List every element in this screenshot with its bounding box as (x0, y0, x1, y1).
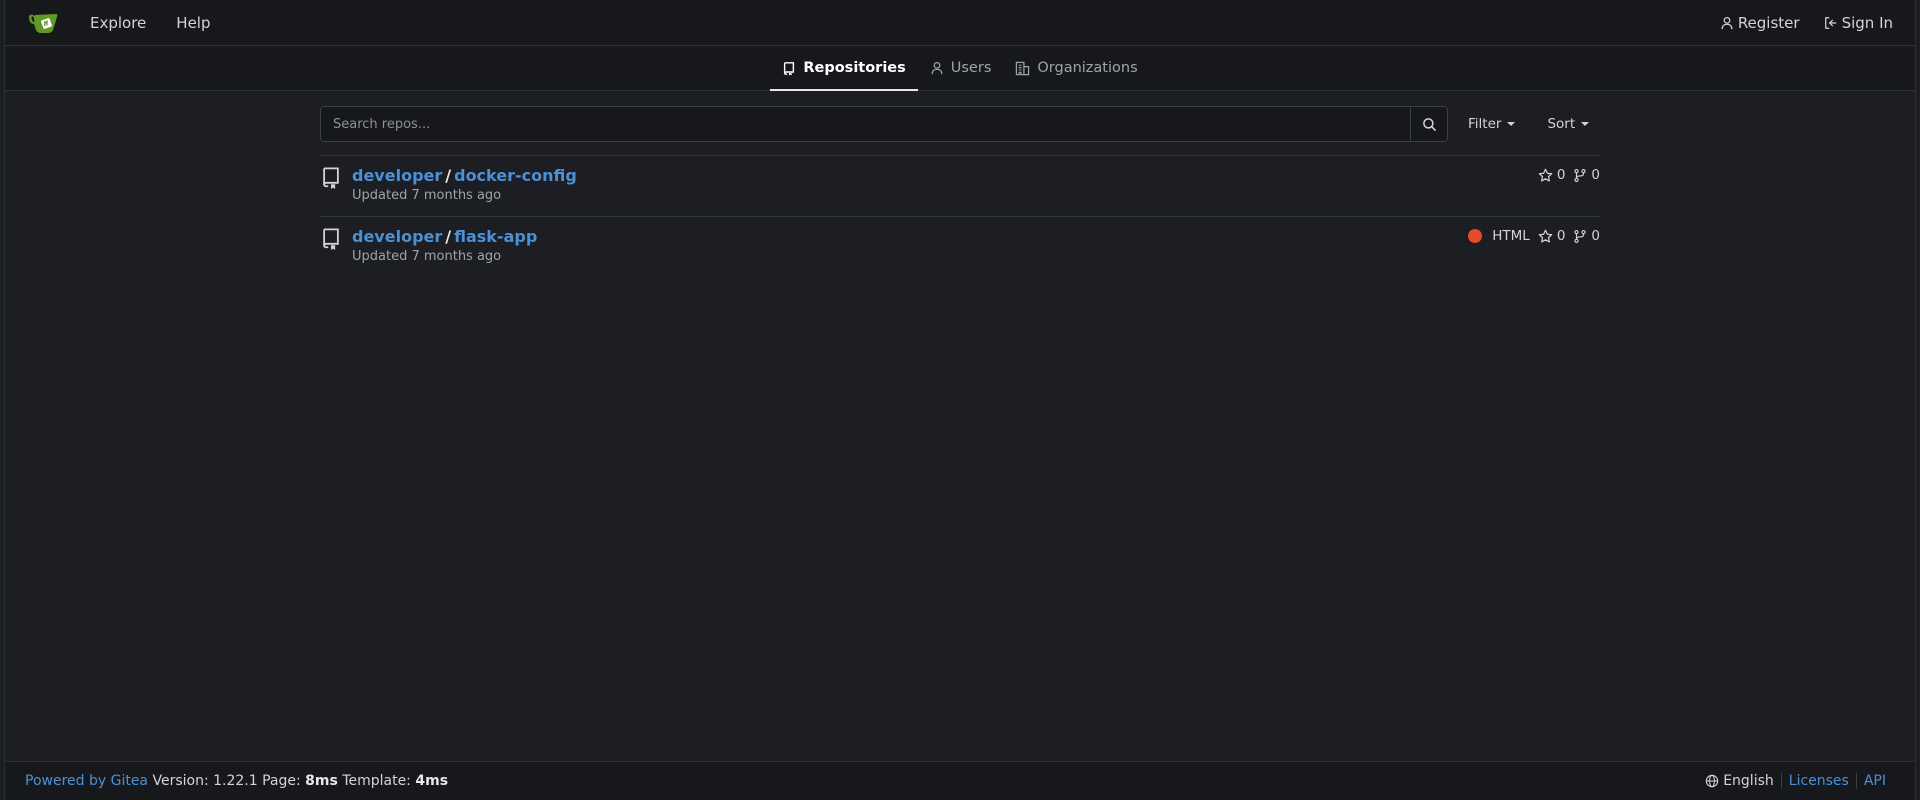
fork-count: 0 (1591, 228, 1600, 244)
tab-users-label: Users (950, 60, 992, 76)
repo-explore-content: Filter Sort developer/docker-config Upda… (320, 106, 1600, 278)
nav-right-group: Register Sign In (1696, 14, 1893, 32)
frame-border-left (4, 0, 5, 800)
repo-updated: Updated 7 months ago (352, 188, 502, 203)
sign-in-icon (1824, 16, 1838, 30)
repo-icon (320, 166, 342, 190)
repo-icon (320, 227, 342, 251)
sign-in-link[interactable]: Sign In (1824, 14, 1893, 32)
fork-icon (1573, 168, 1587, 183)
fork-count-link[interactable]: 0 (1573, 167, 1600, 183)
register-label: Register (1737, 13, 1800, 32)
organization-icon (1015, 61, 1030, 76)
api-item: API (1855, 773, 1893, 789)
page-time-label: Page: (262, 773, 301, 789)
filter-dropdown[interactable]: Filter (1468, 116, 1516, 132)
powered-by-link[interactable]: Powered by Gitea (25, 773, 148, 789)
repo-name-link[interactable]: flask-app (454, 227, 537, 246)
sign-in-label: Sign In (1841, 13, 1893, 32)
repo-stats: 0 0 (1538, 167, 1600, 183)
repo-name-link[interactable]: docker-config (454, 166, 577, 185)
language-selector-label: English (1723, 773, 1774, 789)
repo-separator: / (445, 227, 452, 246)
top-navbar: Explore Help Register Sign In (5, 0, 1915, 46)
fork-count: 0 (1591, 167, 1600, 183)
gitea-logo-icon[interactable] (27, 7, 59, 39)
footer-info: Powered by Gitea Version: 1.22.1 Page: 8… (25, 773, 448, 789)
search-button[interactable] (1410, 107, 1447, 141)
star-icon (1538, 168, 1553, 183)
repo-icon (782, 61, 796, 76)
globe-icon (1705, 774, 1719, 788)
explore-tabs: Repositories Users Organizations (5, 46, 1915, 91)
language-selector[interactable]: English (1698, 773, 1781, 789)
person-icon (1720, 16, 1734, 30)
list-item: developer / docker-config Updated 7 months… (320, 156, 1600, 217)
repo-updated: Updated 7 months ago (352, 249, 502, 264)
template-time-value: 4ms (415, 773, 449, 789)
api-link[interactable]: API (1864, 773, 1886, 789)
page-footer: Powered by Gitea Version: 1.22.1 Page: 8… (5, 761, 1915, 800)
repo-owner-link[interactable]: developer (352, 166, 442, 185)
tab-organizations-label: Organizations (1037, 60, 1138, 76)
repo-language: HTML (1468, 228, 1530, 244)
star-icon (1538, 229, 1553, 244)
repo-stats: HTML 0 0 (1468, 228, 1600, 244)
star-count-link[interactable]: 0 (1538, 228, 1566, 244)
list-item: developer / flask-app Updated 7 months ago… (320, 217, 1600, 278)
page-time-value: 8ms (305, 773, 338, 789)
person-icon (930, 61, 944, 75)
search-box (320, 106, 1448, 142)
search-row: Filter Sort (320, 106, 1600, 142)
sort-dropdown[interactable]: Sort (1547, 116, 1590, 132)
tab-repositories-label: Repositories (803, 60, 906, 76)
search-icon (1422, 117, 1437, 132)
fork-count-link[interactable]: 0 (1573, 228, 1600, 244)
search-input[interactable] (321, 107, 1410, 141)
caret-down-icon (1581, 122, 1590, 126)
repo-title: developer / flask-app (352, 227, 537, 246)
sort-label: Sort (1547, 116, 1576, 132)
repo-info: developer / docker-config Updated 7 months… (352, 166, 577, 203)
tab-repositories[interactable]: Repositories (770, 46, 919, 91)
frame-border-right (1915, 0, 1916, 800)
star-count: 0 (1556, 228, 1566, 244)
version-text: Version: 1.22.1 (152, 773, 258, 789)
nav-explore-link[interactable]: Explore (75, 14, 161, 32)
star-count: 0 (1556, 167, 1566, 183)
licenses-link[interactable]: Licenses (1789, 773, 1849, 789)
filter-label: Filter (1468, 116, 1502, 132)
star-count-link[interactable]: 0 (1538, 167, 1566, 183)
repo-separator: / (445, 166, 452, 185)
repo-title: developer / docker-config (352, 166, 577, 185)
licenses-item: Licenses (1780, 773, 1856, 789)
tab-users[interactable]: Users (918, 46, 1004, 90)
repo-info: developer / flask-app Updated 7 months ago (352, 227, 537, 264)
repo-list: developer / docker-config Updated 7 months… (320, 155, 1600, 278)
template-time-label: Template: (342, 773, 411, 789)
caret-down-icon (1507, 122, 1516, 126)
footer-links: English Licenses API (1698, 773, 1893, 789)
language-color-dot (1468, 229, 1483, 243)
repo-owner-link[interactable]: developer (352, 227, 442, 246)
fork-icon (1573, 229, 1587, 244)
tab-organizations[interactable]: Organizations (1003, 46, 1149, 90)
register-link[interactable]: Register (1720, 14, 1800, 32)
language-label: HTML (1492, 228, 1530, 244)
nav-help-link[interactable]: Help (161, 14, 225, 32)
